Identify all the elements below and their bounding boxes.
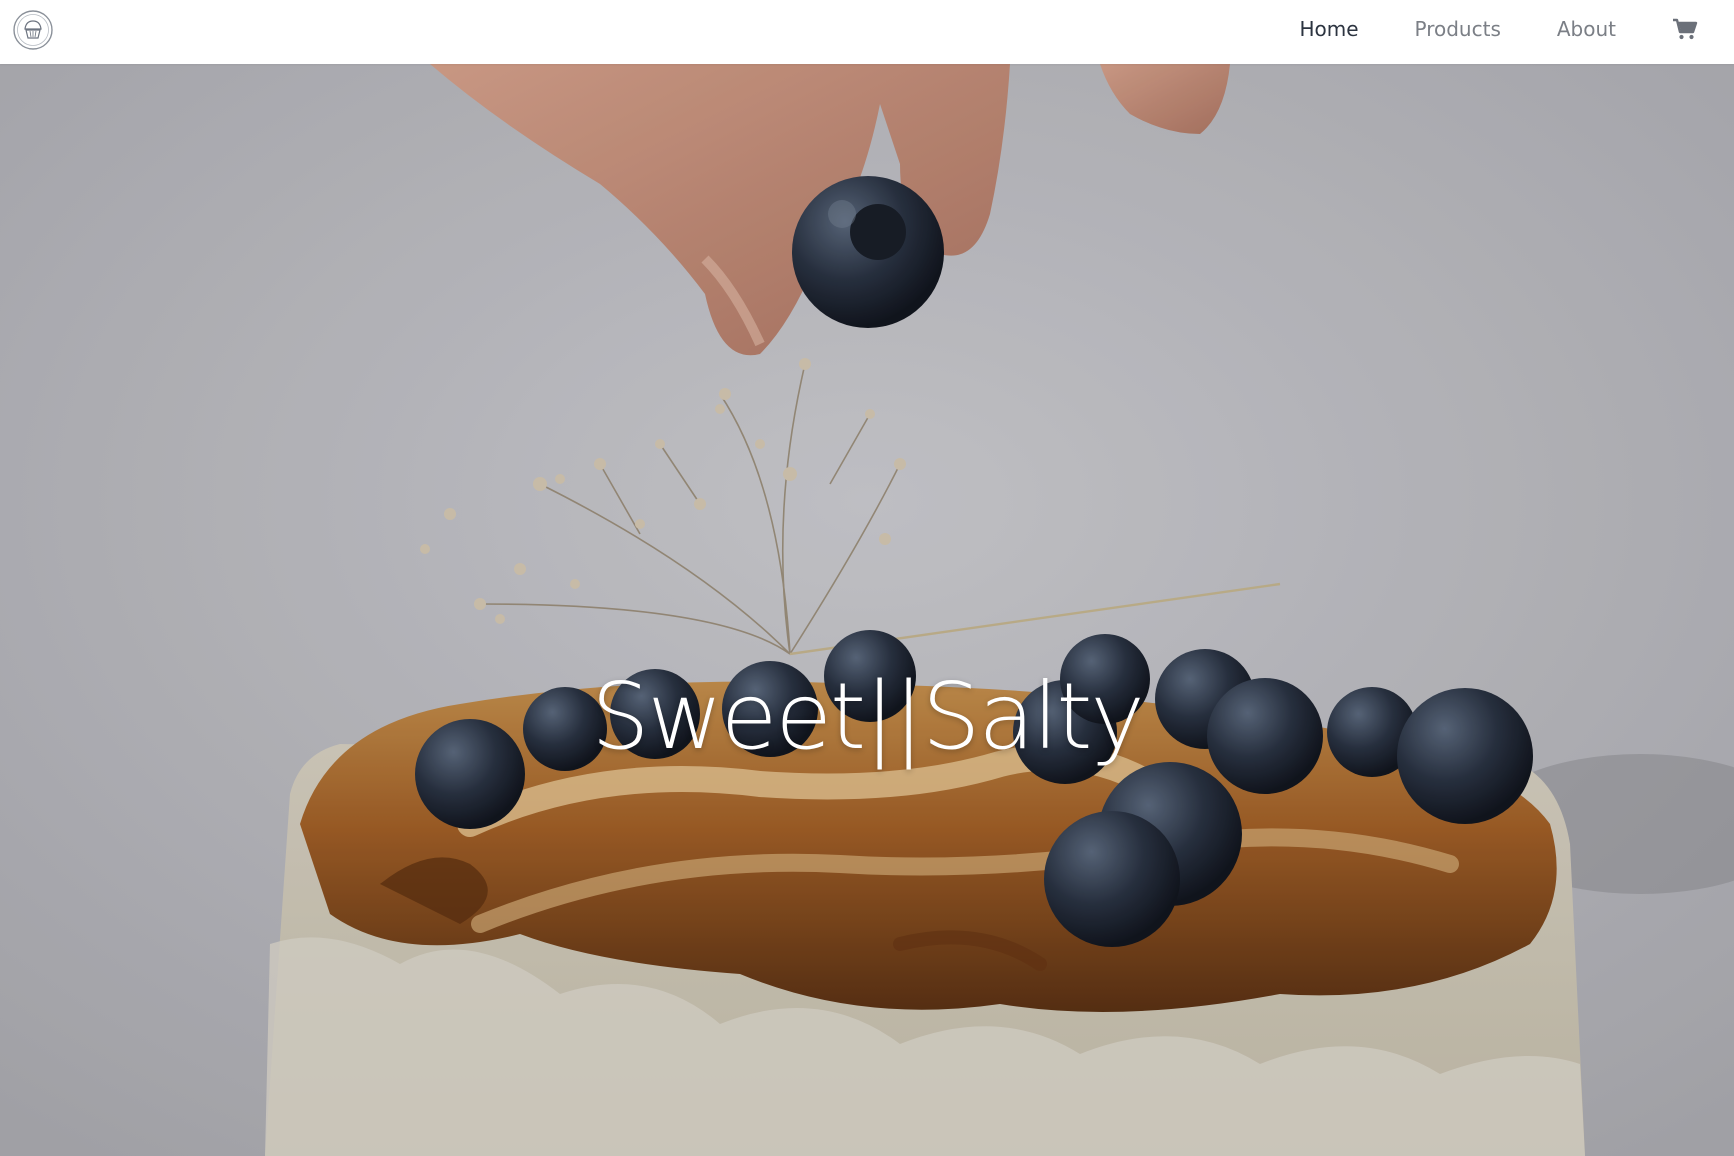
- hero-title: Sweet||Salty: [591, 662, 1145, 770]
- shopping-cart-icon[interactable]: [1672, 16, 1698, 42]
- nav-links: Home Products About: [1299, 0, 1734, 58]
- cake-with-blueberries-photo: [0, 64, 1734, 1156]
- nav-link-products[interactable]: Products: [1415, 17, 1501, 41]
- hero-section: Sweet||Salty: [0, 64, 1734, 1156]
- navbar: Home Products About: [0, 0, 1734, 64]
- nav-link-about[interactable]: About: [1557, 17, 1616, 41]
- nav-link-home[interactable]: Home: [1299, 17, 1358, 41]
- cupcake-logo-icon[interactable]: [13, 10, 53, 50]
